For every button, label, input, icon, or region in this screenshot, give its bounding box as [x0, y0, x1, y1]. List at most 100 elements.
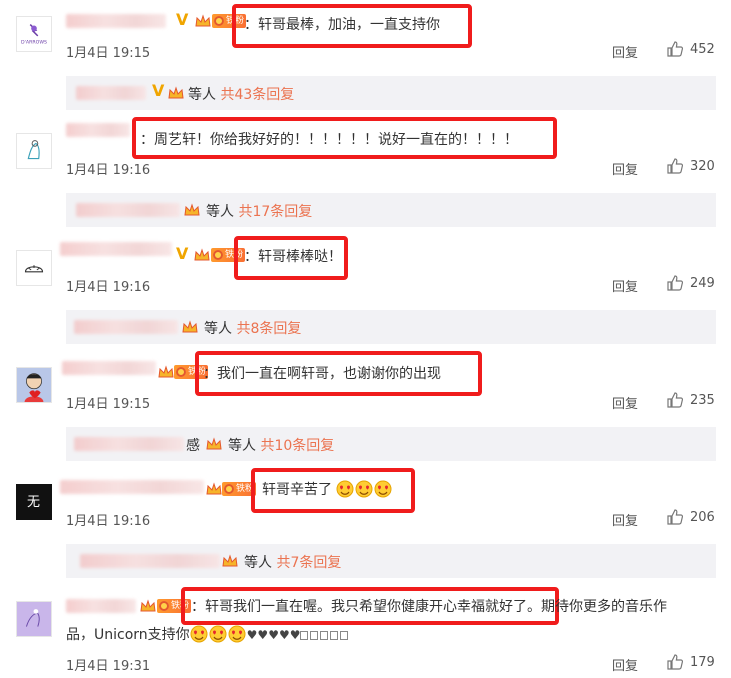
like-count: 320 — [690, 158, 715, 174]
sketch-figure-icon — [27, 140, 40, 160]
replies-summary[interactable]: 等人 共17条回复 — [66, 193, 716, 227]
comment-text: ：我们一直在啊轩哥，也谢谢你的出现 — [203, 366, 441, 382]
user-avatar[interactable]: D'ARROWS — [16, 16, 52, 52]
comment-time: 1月4日 19:15 — [66, 46, 151, 61]
user-avatar[interactable] — [16, 133, 52, 169]
black-heart-icon: ♥ — [278, 628, 290, 642]
black-heart-icon: ♥ — [246, 628, 258, 642]
comment-item: 铁粉 ：我们一直在啊轩哥，也谢谢你的出现 1月4日 19:15 回复 235 — [0, 351, 731, 429]
replies-summary[interactable]: 等人 共8条回复 — [66, 310, 716, 344]
replies-count-link[interactable]: 共43条回复 — [220, 87, 294, 103]
user-avatar[interactable] — [16, 601, 52, 637]
like-button[interactable]: 235 — [666, 391, 715, 409]
reply-button[interactable]: 回复 — [612, 42, 638, 61]
replies-summary[interactable]: 等人 共7条回复 — [66, 544, 716, 578]
replies-summary[interactable]: V 等人 共43条回复 — [66, 76, 716, 110]
comment-text-line2: 品，Unicorn支持你 ♥♥♥♥♥ — [66, 625, 350, 645]
like-button[interactable]: 452 — [666, 40, 715, 58]
user-avatar[interactable] — [16, 367, 52, 403]
comment-item: D'ARROWS V 铁粉 ：轩哥最棒，加油，一直支持你 1月4日 19:15 … — [0, 0, 731, 78]
crown-icon — [206, 482, 222, 496]
thumbs-up-icon — [667, 509, 684, 525]
crown-icon — [184, 203, 200, 217]
reply-button[interactable]: 回复 — [612, 159, 638, 178]
crown-icon — [195, 14, 211, 28]
comment-time: 1月4日 19:16 — [66, 163, 151, 178]
missing-glyph-icon — [340, 631, 349, 640]
comment-text: ：周艺轩！你给我好好的！！！！！！说好一直在的！！！！ — [140, 132, 518, 148]
thumbs-up-icon — [667, 158, 684, 174]
crown-icon — [222, 554, 238, 568]
username[interactable] — [66, 14, 166, 28]
heart-eyes-emoji-icon — [374, 480, 392, 498]
like-button[interactable]: 249 — [666, 274, 715, 292]
missing-glyph-icon — [310, 631, 319, 640]
reply-usernames — [76, 203, 180, 217]
purple-sketch-icon — [17, 602, 51, 636]
bun-doodle-icon — [24, 265, 44, 273]
missing-glyph-icon — [300, 631, 309, 640]
like-button[interactable]: 179 — [666, 653, 715, 671]
cartoon-boy-icon — [17, 368, 51, 402]
comment-text: 轩哥辛苦了 — [262, 482, 332, 498]
black-heart-icon: ♥ — [289, 628, 301, 642]
comment-time: 1月4日 19:31 — [66, 659, 151, 674]
comment-time: 1月4日 19:16 — [66, 280, 151, 295]
comment-text-row: 轩哥辛苦了 — [262, 480, 393, 500]
username[interactable] — [62, 361, 156, 375]
thumbs-up-icon — [667, 392, 684, 408]
crown-icon — [140, 599, 156, 613]
crown-icon — [182, 320, 198, 334]
comment-text-cont: 品，Unicorn支持你 — [66, 627, 190, 643]
user-avatar[interactable] — [16, 250, 52, 286]
black-heart-icon: ♥ — [268, 628, 279, 642]
reply-button[interactable]: 回复 — [612, 276, 638, 295]
username[interactable] — [60, 480, 204, 494]
comment-item: 无 铁粉 轩哥辛苦了 1月4日 19:16 回复 206 — [0, 468, 731, 546]
comment-time: 1月4日 19:16 — [66, 514, 151, 529]
reply-button[interactable]: 回复 — [612, 510, 638, 529]
heart-eyes-emoji-icon — [336, 480, 354, 498]
replies-summary[interactable]: 感 等人 共10条回复 — [66, 427, 716, 461]
replies-text: 等人 共43条回复 — [188, 87, 295, 103]
replies-count-link[interactable]: 共7条回复 — [276, 555, 341, 571]
replies-text: 等人 共7条回复 — [244, 555, 342, 571]
reply-button[interactable]: 回复 — [612, 655, 638, 674]
crown-icon — [206, 437, 222, 451]
replies-text: 等人 共10条回复 — [228, 438, 335, 454]
username[interactable] — [66, 123, 130, 137]
username[interactable] — [60, 242, 172, 256]
replies-text: 等人 共17条回复 — [206, 204, 313, 220]
svg-text:D'ARROWS: D'ARROWS — [21, 39, 47, 45]
d-arrows-logo-icon: D'ARROWS — [21, 24, 47, 45]
reply-usernames — [80, 554, 220, 568]
heart-eyes-emoji-icon — [209, 625, 227, 643]
heart-eyes-emoji-icon — [190, 625, 208, 643]
thumbs-up-icon — [667, 654, 684, 670]
like-count: 452 — [690, 41, 715, 57]
black-heart-icon: ♥ — [257, 628, 269, 642]
comment-text-rest: 期待你更多的音乐作 — [541, 599, 667, 615]
replies-count-link[interactable]: 共10条回复 — [260, 438, 334, 454]
crown-icon — [168, 86, 184, 100]
reply-usernames — [76, 86, 146, 100]
like-count: 206 — [690, 509, 715, 525]
comment-item: ：周艺轩！你给我好好的！！！！！！说好一直在的！！！！ 1月4日 19:16 回… — [0, 117, 731, 195]
replies-text: 等人 共8条回复 — [204, 321, 302, 337]
missing-glyph-icon — [330, 631, 339, 640]
like-button[interactable]: 206 — [666, 508, 715, 526]
like-count: 235 — [690, 392, 715, 408]
username[interactable] — [66, 599, 136, 613]
replies-prefix: 感 — [186, 438, 200, 454]
heart-eyes-emoji-icon — [355, 480, 373, 498]
heart-eyes-emoji-icon — [228, 625, 246, 643]
replies-count-link[interactable]: 共8条回复 — [236, 321, 301, 337]
thumbs-up-icon — [667, 275, 684, 291]
like-button[interactable]: 320 — [666, 157, 715, 175]
reply-usernames — [74, 320, 178, 334]
comment-text: ：轩哥棒棒哒！ — [244, 249, 342, 265]
replies-count-link[interactable]: 共17条回复 — [238, 204, 312, 220]
comment-text-highlighted: ：轩哥我们一直在喔。我只希望你健康开心幸福就好了。 — [191, 599, 541, 615]
reply-button[interactable]: 回复 — [612, 393, 638, 412]
missing-glyph-icon — [320, 631, 329, 640]
